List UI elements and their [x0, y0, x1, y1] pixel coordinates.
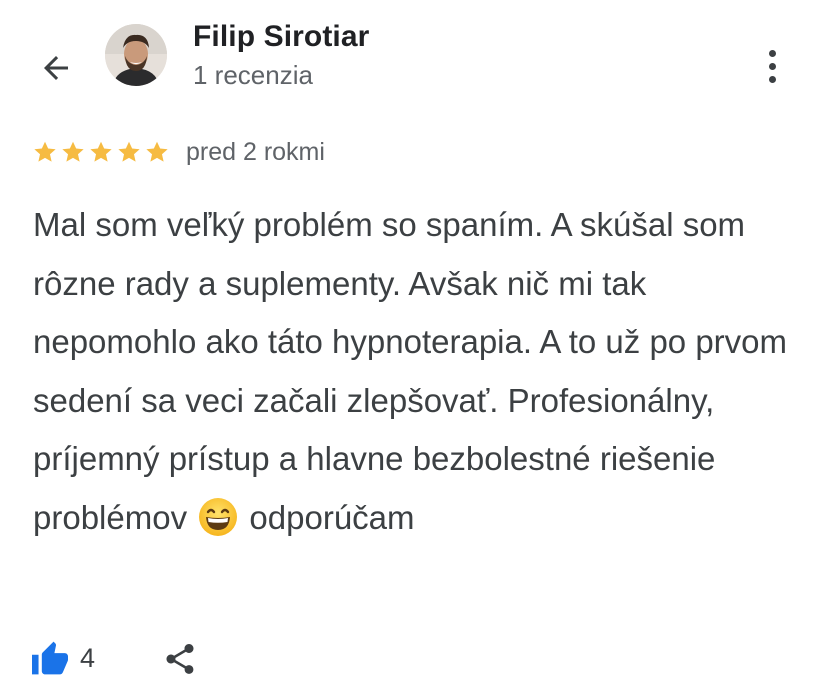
back-button[interactable] — [30, 48, 82, 88]
avatar[interactable] — [105, 24, 167, 86]
star-icon — [118, 141, 140, 162]
profile-photo — [105, 24, 167, 86]
arrow-left-icon — [44, 56, 68, 80]
share-icon — [166, 644, 194, 674]
rating-row: pred 2 rokmi — [32, 136, 325, 168]
review-text: Mal som veľký problém so spaním. A skúša… — [33, 196, 803, 547]
thumbs-up-icon — [32, 641, 68, 675]
star-icon — [146, 141, 168, 162]
reviewer-name[interactable]: Filip Sirotiar — [193, 20, 369, 54]
review-text-body: Mal som veľký problém so spaním. A skúša… — [33, 206, 797, 536]
grinning-face-emoji-icon — [199, 497, 238, 536]
more-vertical-icon-dot-3 — [768, 75, 776, 83]
star-rating — [32, 139, 170, 165]
like-button[interactable]: 4 — [30, 636, 95, 680]
reviewer-review-count: 1 recenzia — [193, 60, 313, 90]
more-vertical-icon — [768, 49, 776, 57]
share-button[interactable] — [158, 638, 202, 680]
star-icon — [34, 141, 56, 162]
review-date: pred 2 rokmi — [186, 137, 325, 166]
more-vertical-icon-dot-2 — [768, 62, 776, 70]
star-icon — [62, 141, 84, 162]
review-text-ending: odporúčam — [249, 498, 415, 536]
more-options-button[interactable] — [752, 44, 792, 88]
star-icon — [90, 141, 112, 162]
like-count: 4 — [80, 642, 96, 673]
